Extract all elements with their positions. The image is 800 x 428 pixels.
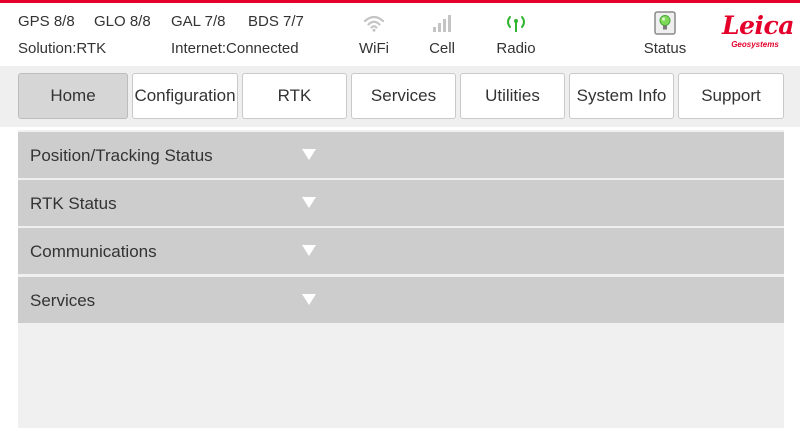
wifi-icon xyxy=(363,15,385,32)
cell-label: Cell xyxy=(429,40,455,57)
panel-title: RTK Status xyxy=(30,194,117,213)
panel-communications[interactable]: Communications xyxy=(18,228,784,274)
expand-arrow-icon[interactable] xyxy=(302,245,316,256)
tab-services[interactable]: Services xyxy=(351,73,456,119)
signal-bars-icon xyxy=(433,15,451,32)
tab-configuration[interactable]: Configuration xyxy=(132,73,238,119)
panel-position-tracking-status[interactable]: Position/Tracking Status xyxy=(18,132,784,178)
gps-count: GPS 8/8 xyxy=(18,13,75,30)
tab-utilities[interactable]: Utilities xyxy=(460,73,565,119)
logo-wordmark: Leica xyxy=(722,11,794,40)
panel-services[interactable]: Services xyxy=(18,277,784,323)
status-label: Status xyxy=(643,40,687,57)
radio-antenna-icon xyxy=(507,16,525,32)
expand-arrow-icon[interactable] xyxy=(302,197,316,208)
status-light-icon xyxy=(654,11,676,35)
panel-rtk-status[interactable]: RTK Status xyxy=(18,180,784,226)
internet-status: Internet:Connected xyxy=(171,40,299,57)
tab-support[interactable]: Support xyxy=(678,73,784,119)
status-header: GPS 8/8 GLO 8/8 GAL 7/8 BDS 7/7 Solution… xyxy=(0,3,800,66)
tab-home[interactable]: Home xyxy=(18,73,128,119)
tab-system-info[interactable]: System Info xyxy=(569,73,674,119)
main-nav: Home Configuration RTK Services Utilitie… xyxy=(0,66,800,127)
expand-arrow-icon[interactable] xyxy=(302,294,316,305)
wifi-indicator: WiFi xyxy=(344,11,404,63)
solution-status: Solution:RTK xyxy=(18,40,107,57)
cell-indicator: Cell xyxy=(412,11,472,63)
panel-title: Position/Tracking Status xyxy=(30,146,213,165)
home-content: Position/Tracking Status RTK Status Comm… xyxy=(18,130,784,428)
radio-label: Radio xyxy=(496,40,536,57)
radio-indicator: Radio xyxy=(486,11,546,63)
logo-subtitle: Geosystems xyxy=(731,40,779,49)
status-indicator[interactable]: Status xyxy=(635,11,695,63)
panel-title: Services xyxy=(30,291,96,310)
bds-count: BDS 7/7 xyxy=(248,13,304,30)
gal-count: GAL 7/8 xyxy=(171,13,226,30)
glo-count: GLO 8/8 xyxy=(94,13,151,30)
wifi-label: WiFi xyxy=(359,40,389,57)
panel-title: Communications xyxy=(30,242,157,261)
leica-logo: Leica Geosystems xyxy=(722,11,794,57)
tab-rtk[interactable]: RTK xyxy=(242,73,347,119)
expand-arrow-icon[interactable] xyxy=(302,149,316,160)
